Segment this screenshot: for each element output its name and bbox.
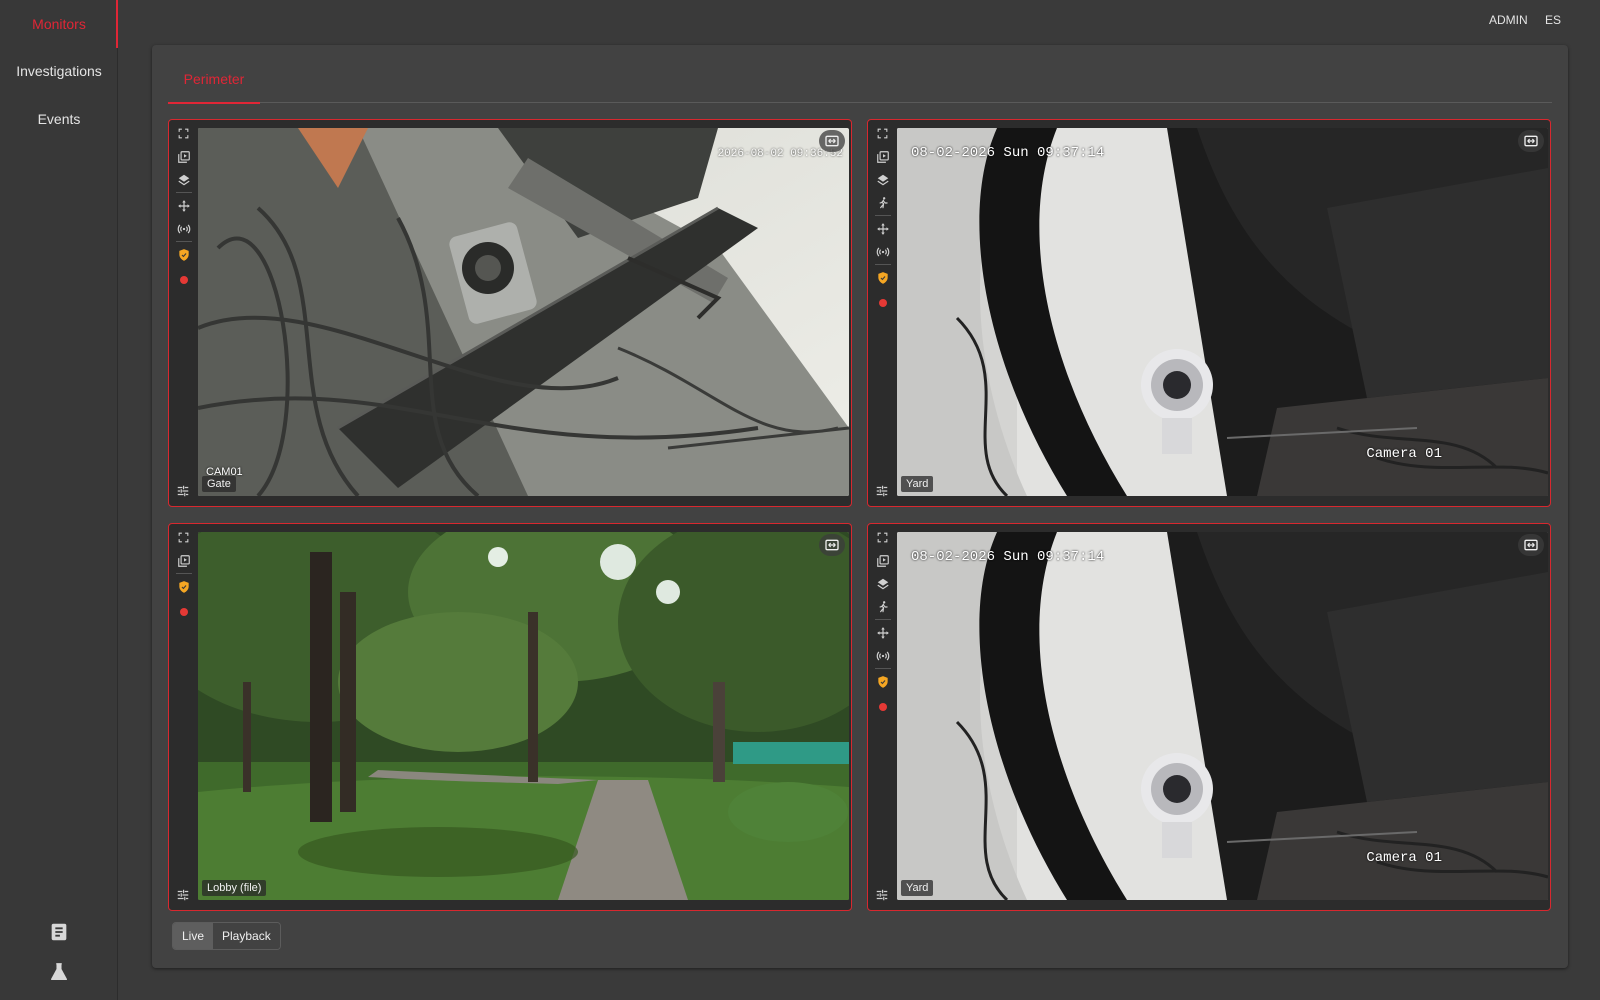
record-icon[interactable]: [873, 291, 893, 314]
camera-settings-icon[interactable]: [173, 481, 193, 501]
camera-feed-image: [198, 128, 849, 496]
signal-icon[interactable]: [174, 217, 194, 240]
camera-feed-image: [897, 128, 1548, 496]
camera-settings-icon[interactable]: [173, 885, 193, 905]
expand-icon[interactable]: [819, 130, 845, 152]
camera-settings-icon[interactable]: [872, 885, 892, 905]
camera-toolbar: [169, 120, 198, 506]
flask-icon[interactable]: [47, 960, 71, 984]
camera-video-yard[interactable]: 08-02-2026 Sun 09:37:14 Camera 01 Yard: [897, 128, 1548, 496]
signal-icon[interactable]: [873, 644, 893, 667]
live-button[interactable]: Live: [173, 923, 214, 949]
camera-settings-icon[interactable]: [872, 481, 892, 501]
camera-video-lobby[interactable]: Lobby (file): [198, 532, 849, 900]
record-icon[interactable]: [174, 268, 194, 291]
fullscreen-icon[interactable]: [873, 526, 893, 549]
view-mode-toggle: Live Playback: [172, 922, 281, 950]
ptz-move-icon[interactable]: [873, 621, 893, 644]
camera-timestamp: 08-02-2026 Sun 09:37:14: [911, 145, 1105, 161]
sidebar-item-investigations[interactable]: Investigations: [0, 47, 118, 95]
shield-icon[interactable]: [873, 266, 893, 289]
camera-tile-gate[interactable]: 2026-08-02 09:36:52 CAM01 Gate: [168, 119, 852, 507]
ptz-move-icon[interactable]: [174, 194, 194, 217]
layers-icon[interactable]: [873, 572, 893, 595]
user-menu[interactable]: ADMIN: [1489, 13, 1528, 27]
expand-icon[interactable]: [1518, 534, 1544, 556]
camera-toolbar: [868, 120, 897, 506]
ptz-move-icon[interactable]: [873, 217, 893, 240]
sidebar-item-monitors[interactable]: Monitors: [0, 0, 118, 48]
sidebar: Monitors Investigations Events: [0, 0, 118, 1000]
camera-overlay-text: Camera 01: [1366, 446, 1442, 462]
snapshot-icon[interactable]: [873, 145, 893, 168]
playback-button[interactable]: Playback: [213, 923, 280, 949]
camera-toolbar: [868, 524, 897, 910]
camera-toolbar: [169, 524, 198, 910]
camera-name-label: Lobby (file): [202, 880, 267, 896]
monitors-panel: Perimeter 2026-08-02 09:36:52 CAM01 Gate…: [152, 45, 1568, 968]
camera-name-label: Yard: [901, 476, 934, 492]
camera-timestamp: 08-02-2026 Sun 09:37:14: [911, 549, 1105, 565]
layers-icon[interactable]: [174, 168, 194, 191]
camera-name-label: Yard: [901, 880, 934, 896]
language-switch[interactable]: ES: [1545, 13, 1561, 27]
document-icon[interactable]: [47, 920, 71, 944]
fullscreen-icon[interactable]: [174, 526, 194, 549]
camera-feed-image: [897, 532, 1548, 900]
layers-icon[interactable]: [873, 168, 893, 191]
shield-icon[interactable]: [873, 670, 893, 693]
record-icon[interactable]: [174, 600, 194, 623]
expand-icon[interactable]: [819, 534, 845, 556]
camera-name-label: Gate: [202, 476, 236, 492]
fullscreen-icon[interactable]: [174, 122, 194, 145]
motion-icon[interactable]: [873, 191, 893, 214]
camera-tile-lobby[interactable]: Lobby (file): [168, 523, 852, 911]
snapshot-icon[interactable]: [174, 145, 194, 168]
shield-icon[interactable]: [174, 243, 194, 266]
camera-tile-yard[interactable]: 08-02-2026 Sun 09:37:14 Camera 01 Yard: [867, 119, 1551, 507]
motion-icon[interactable]: [873, 595, 893, 618]
fullscreen-icon[interactable]: [873, 122, 893, 145]
camera-video-yard-2[interactable]: 08-02-2026 Sun 09:37:14 Camera 01 Yard: [897, 532, 1548, 900]
camera-feed-image: [198, 532, 849, 900]
sidebar-item-events[interactable]: Events: [0, 95, 118, 143]
record-icon[interactable]: [873, 695, 893, 718]
snapshot-icon[interactable]: [873, 549, 893, 572]
signal-icon[interactable]: [873, 240, 893, 263]
camera-overlay-text: Camera 01: [1366, 850, 1442, 866]
camera-video-gate[interactable]: 2026-08-02 09:36:52 CAM01 Gate: [198, 128, 849, 496]
expand-icon[interactable]: [1518, 130, 1544, 152]
tab-bar: Perimeter: [168, 55, 1552, 104]
camera-tile-yard-2[interactable]: 08-02-2026 Sun 09:37:14 Camera 01 Yard: [867, 523, 1551, 911]
snapshot-icon[interactable]: [174, 549, 194, 572]
tab-perimeter[interactable]: Perimeter: [168, 55, 260, 104]
shield-icon[interactable]: [174, 575, 194, 598]
